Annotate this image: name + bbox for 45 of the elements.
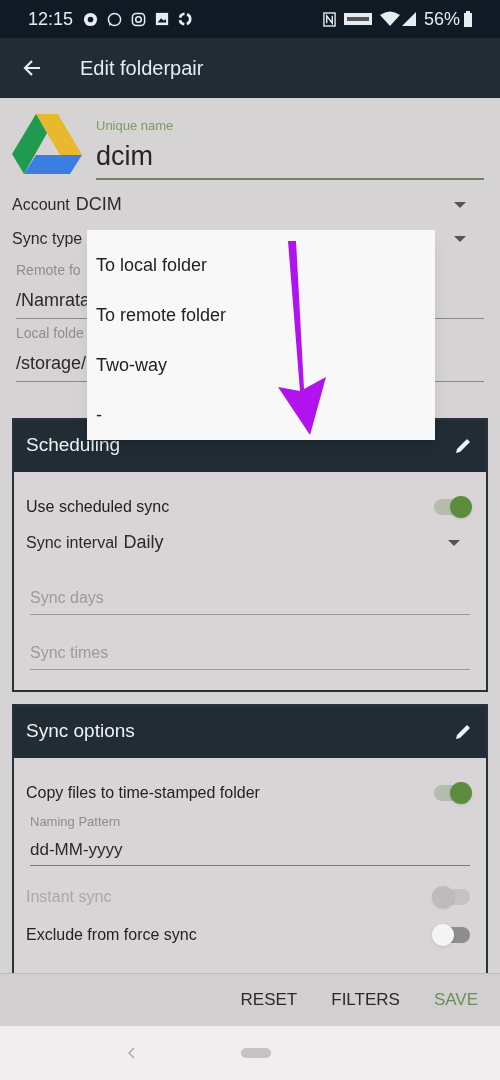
section-title: Sync options [26, 719, 135, 744]
switch-label: Exclude from force sync [26, 924, 197, 945]
field-label: Unique name [96, 117, 175, 135]
menu-option[interactable]: To local folder [87, 240, 435, 290]
field-value: dd-MM-yyyy [30, 839, 123, 861]
field-label: Local folde [16, 323, 84, 343]
field-value: dcim [96, 139, 154, 173]
camera-icon [131, 11, 147, 27]
status-time: 12:15 [28, 7, 74, 31]
switch-label: Use scheduled sync [26, 496, 170, 517]
field-value: /storage/ [16, 351, 87, 375]
dropdown-value[interactable]: Daily [123, 529, 164, 556]
field-label: Remote fo [16, 260, 81, 280]
dropdown-value[interactable]: DCIM [75, 191, 122, 218]
signal-icon [401, 12, 416, 26]
screen-title: Edit folderpair [80, 56, 204, 81]
menu-option[interactable]: Two-way [87, 340, 435, 390]
record-icon [83, 11, 99, 27]
triangle-logo [12, 114, 82, 176]
toggle-switch[interactable] [434, 926, 470, 943]
field-label: Account [12, 194, 70, 215]
name-field[interactable]: Unique name dcim [96, 112, 484, 180]
volte-icon [343, 13, 372, 25]
edit-pencil-icon[interactable] [454, 722, 472, 741]
switch-label: Copy files to time-stamped folder [26, 782, 260, 803]
field-label: Sync interval [26, 532, 118, 553]
field-label: Naming Pattern [30, 812, 121, 831]
back-arrow-icon[interactable] [22, 58, 42, 78]
action-button[interactable]: FILTERS [329, 987, 402, 1013]
battery-icon [464, 11, 472, 27]
sync-icon [178, 12, 193, 26]
dropdown-caret-icon[interactable] [454, 235, 466, 242]
battery-percent: 56% [423, 7, 460, 31]
text-field[interactable]: Naming Pattern dd-MM-yyyy [30, 811, 470, 866]
image-icon [155, 12, 170, 26]
chat-bubble-icon [107, 11, 123, 27]
field-label: Sync type [12, 228, 83, 249]
action-button[interactable]: RESET [238, 987, 300, 1013]
toggle-switch[interactable] [434, 498, 470, 515]
nfc-icon [322, 11, 336, 27]
edit-pencil-icon[interactable] [454, 436, 472, 455]
wifi-icon [379, 11, 400, 27]
dropdown-caret-icon[interactable] [448, 539, 460, 546]
toggle-switch[interactable] [434, 784, 470, 801]
dropdown-caret-icon[interactable] [454, 201, 466, 208]
